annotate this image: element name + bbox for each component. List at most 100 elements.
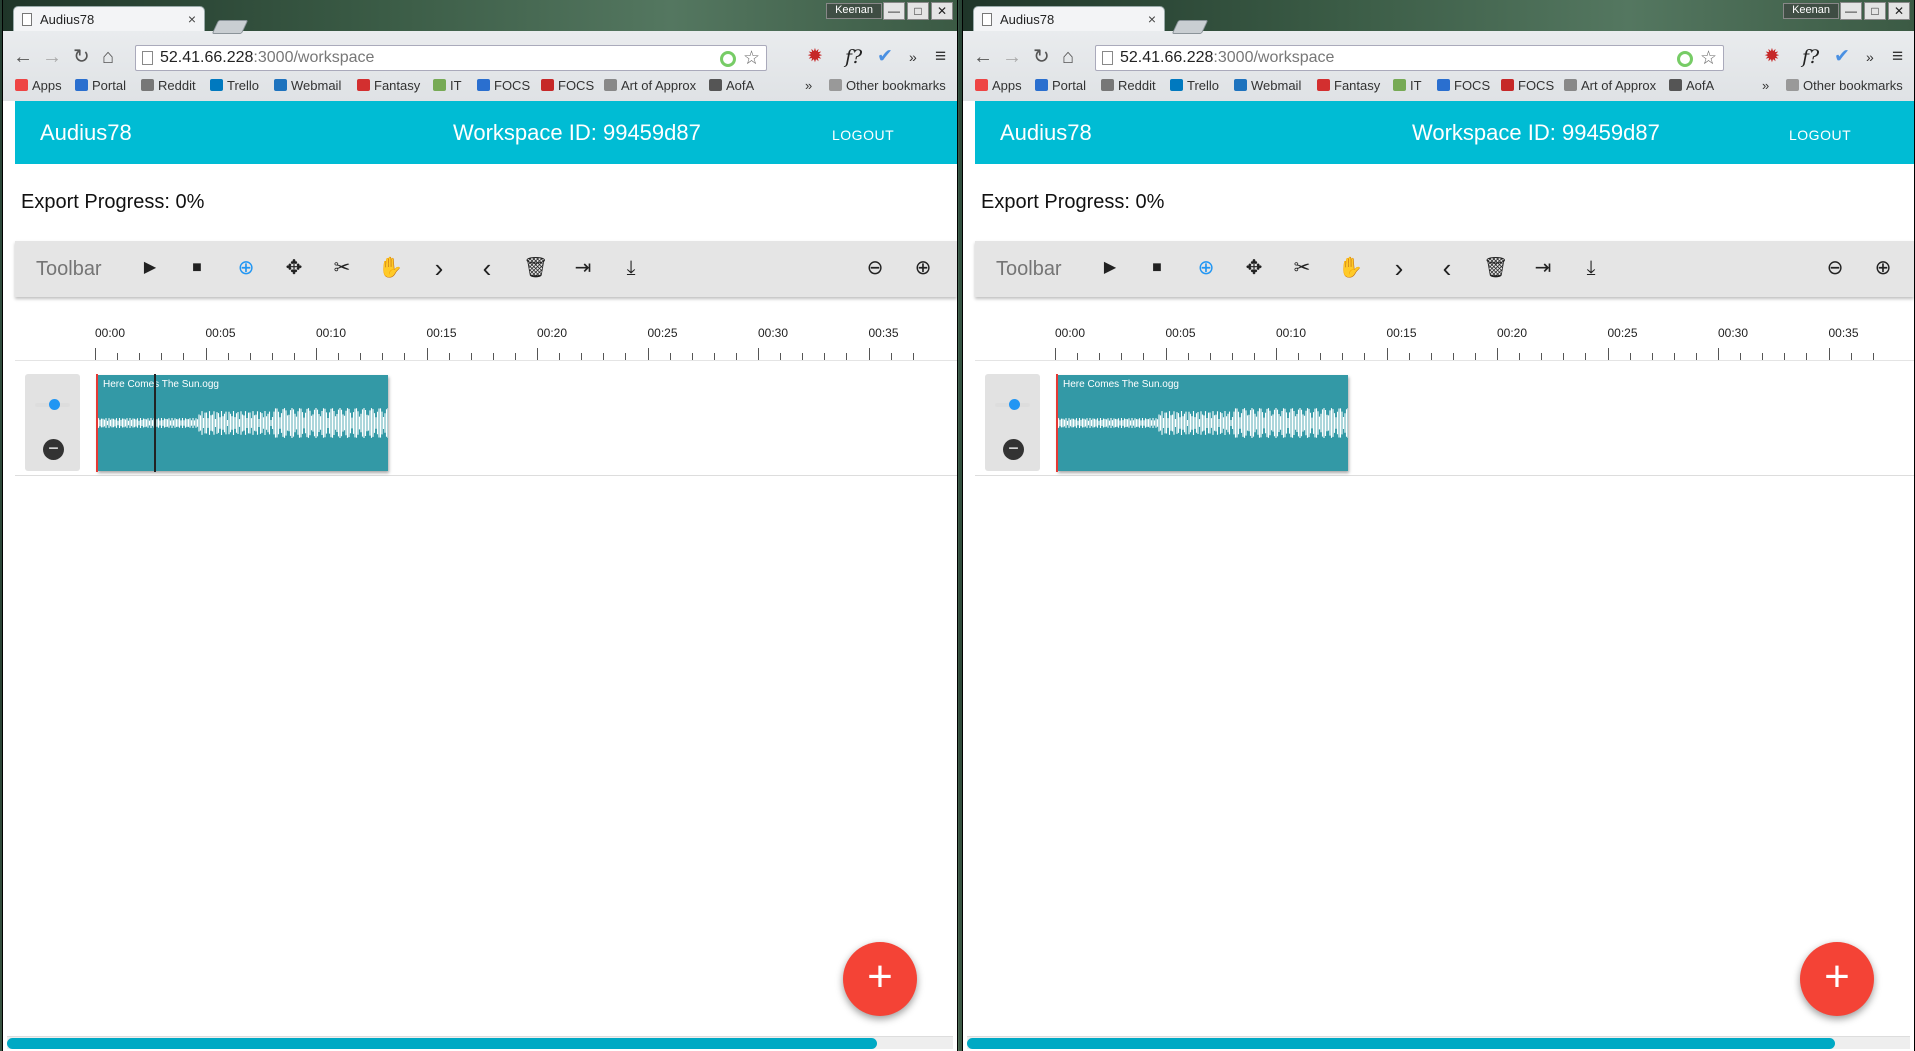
app-name[interactable]: Audius78 [40, 120, 132, 146]
play-icon[interactable]: ▶ [1098, 256, 1122, 280]
bookmark-item[interactable]: Reddit [1101, 78, 1156, 93]
remove-track-button[interactable]: − [1003, 439, 1024, 460]
download-icon[interactable]: ⤓ [1579, 256, 1603, 280]
profile-name[interactable]: Keenan [826, 3, 882, 19]
forward-icon[interactable]: → [1002, 47, 1022, 67]
bookmark-item[interactable]: AofA [1669, 78, 1714, 93]
address-bar[interactable]: 52.41.66.228:3000/workspace ☆ [135, 45, 767, 71]
close-window-button[interactable]: ✕ [931, 2, 953, 20]
app-name[interactable]: Audius78 [1000, 120, 1092, 146]
zoom-in-icon[interactable]: ⊕ [911, 256, 935, 280]
timeline-ruler[interactable]: 00:00 00:05 00:10 00:15 00:20 00:25 00:30 00:35 [95, 326, 939, 360]
bookmark-item[interactable]: Art of Approx [604, 78, 696, 93]
minimize-button[interactable]: — [883, 2, 905, 20]
timeline-ruler[interactable]: 00:00 00:05 00:10 00:15 00:20 00:25 00:30 00:35 [1055, 326, 1896, 360]
zoom-in-icon[interactable]: ⊕ [1871, 256, 1895, 280]
home-icon[interactable]: ⌂ [1062, 47, 1074, 67]
volume-slider-knob[interactable] [49, 399, 60, 410]
extension-fx-icon[interactable]: f? [1802, 46, 1819, 68]
horizontal-scrollbar[interactable] [7, 1036, 953, 1049]
bookmarks-overflow-icon[interactable]: » [1762, 78, 1769, 93]
audio-clip[interactable]: Here Comes The Sun.ogg [1057, 375, 1348, 471]
profile-name[interactable]: Keenan [1783, 3, 1839, 19]
crosshair-icon[interactable]: ⊕ [234, 256, 258, 280]
bookmarks-overflow-icon[interactable]: » [805, 78, 812, 93]
hand-icon[interactable]: ✋ [1338, 256, 1363, 280]
hand-icon[interactable]: ✋ [378, 256, 403, 280]
bookmark-item[interactable]: Webmail [274, 78, 341, 93]
bookmark-item[interactable]: FOCS [541, 78, 594, 93]
chevron-left-icon[interactable]: ‹ [475, 255, 499, 281]
playhead[interactable] [1056, 374, 1058, 472]
bookmark-item[interactable]: Trello [210, 78, 259, 93]
bookmark-item[interactable]: FOCS [477, 78, 530, 93]
logout-button[interactable]: LOGOUT [832, 127, 894, 143]
maximize-button[interactable]: □ [1864, 2, 1886, 20]
remove-track-button[interactable]: − [43, 439, 64, 460]
stop-icon[interactable]: ■ [185, 256, 209, 280]
bookmark-item[interactable]: FOCS [1501, 78, 1554, 93]
extension-ring-icon[interactable] [1677, 51, 1693, 67]
bookmark-item[interactable]: FOCS [1437, 78, 1490, 93]
extensions-overflow-icon[interactable]: » [1866, 46, 1874, 68]
other-bookmarks[interactable]: Other bookmarks [829, 78, 946, 93]
zoom-out-icon[interactable]: ⊖ [863, 256, 887, 280]
extension-ring-icon[interactable] [720, 51, 736, 67]
tab-close-icon[interactable]: × [1148, 11, 1156, 27]
add-track-button[interactable]: + [843, 942, 917, 1016]
reload-icon[interactable]: ↻ [73, 47, 90, 67]
volume-slider-knob[interactable] [1009, 399, 1020, 410]
bookmark-item[interactable]: Art of Approx [1564, 78, 1656, 93]
address-bar[interactable]: 52.41.66.228:3000/workspace ☆ [1095, 45, 1724, 71]
forward-icon[interactable]: → [42, 47, 62, 67]
extensions-overflow-icon[interactable]: » [909, 46, 917, 68]
volume-slider[interactable] [995, 399, 1030, 410]
bookmark-item[interactable]: AofA [709, 78, 754, 93]
bookmark-item[interactable]: Webmail [1234, 78, 1301, 93]
scrollbar-thumb[interactable] [967, 1038, 1835, 1049]
bookmark-star-icon[interactable]: ☆ [743, 47, 760, 70]
other-bookmarks[interactable]: Other bookmarks [1786, 78, 1903, 93]
bookmark-item[interactable]: Trello [1170, 78, 1219, 93]
logout-button[interactable]: LOGOUT [1789, 127, 1851, 143]
bookmark-item[interactable]: Apps [975, 78, 1022, 93]
browser-tab[interactable]: Audius78 × [13, 6, 205, 31]
chevron-right-icon[interactable]: › [427, 255, 451, 281]
new-tab-button[interactable] [211, 20, 249, 34]
extension-fx-icon[interactable]: f? [845, 46, 862, 68]
merge-icon[interactable]: ⇥ [1531, 256, 1555, 280]
bookmark-item[interactable]: Fantasy [357, 78, 420, 93]
bookmark-item[interactable]: Portal [75, 78, 126, 93]
extension-check-icon[interactable]: ✔ [1834, 46, 1850, 68]
stop-icon[interactable]: ■ [1145, 256, 1169, 280]
menu-icon[interactable]: ≡ [1892, 46, 1903, 68]
scissors-icon[interactable]: ✂ [330, 256, 354, 280]
browser-tab[interactable]: Audius78 × [973, 6, 1165, 31]
playhead[interactable] [96, 374, 98, 472]
crosshair-icon[interactable]: ⊕ [1194, 256, 1218, 280]
extension-gear-icon[interactable]: ✹ [807, 46, 823, 68]
bookmark-item[interactable]: Apps [15, 78, 62, 93]
volume-slider[interactable] [35, 399, 70, 410]
bookmark-star-icon[interactable]: ☆ [1700, 47, 1717, 70]
scissors-icon[interactable]: ✂ [1290, 256, 1314, 280]
maximize-button[interactable]: □ [907, 2, 929, 20]
move-icon[interactable]: ✥ [282, 256, 306, 280]
chevron-left-icon[interactable]: ‹ [1435, 255, 1459, 281]
tab-close-icon[interactable]: × [188, 11, 196, 27]
scrollbar-thumb[interactable] [7, 1038, 877, 1049]
new-tab-button[interactable] [1171, 20, 1209, 34]
zoom-out-icon[interactable]: ⊖ [1823, 256, 1847, 280]
back-icon[interactable]: ← [973, 47, 993, 67]
bookmark-item[interactable]: Reddit [141, 78, 196, 93]
horizontal-scrollbar[interactable] [967, 1036, 1910, 1049]
extension-gear-icon[interactable]: ✹ [1764, 46, 1780, 68]
add-track-button[interactable]: + [1800, 942, 1874, 1016]
chevron-right-icon[interactable]: › [1387, 255, 1411, 281]
back-icon[interactable]: ← [13, 47, 33, 67]
merge-icon[interactable]: ⇥ [571, 256, 595, 280]
trash-icon[interactable]: 🗑 [1483, 256, 1508, 280]
move-icon[interactable]: ✥ [1242, 256, 1266, 280]
reload-icon[interactable]: ↻ [1033, 47, 1050, 67]
minimize-button[interactable]: — [1840, 2, 1862, 20]
